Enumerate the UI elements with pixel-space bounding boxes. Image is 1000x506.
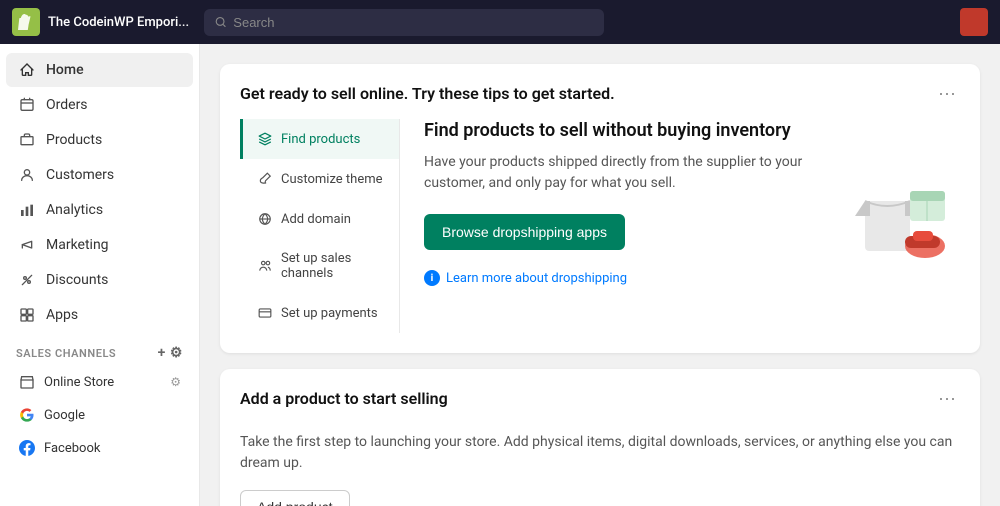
step-payments[interactable]: Set up payments [240, 293, 399, 333]
channel-google[interactable]: Google [6, 399, 193, 431]
search-container [204, 9, 604, 36]
home-icon [18, 61, 36, 79]
discounts-icon [18, 271, 36, 289]
online-store-settings[interactable]: ⚙ [170, 375, 181, 389]
learn-more-label: Learn more about dropshipping [446, 271, 627, 286]
store-icon [18, 373, 36, 391]
sidebar-label-analytics: Analytics [46, 202, 103, 218]
steps-list: Find products Customize theme Add domain [240, 119, 400, 333]
add-product-card-header-left: Add a product to start selling [240, 389, 448, 416]
sidebar-label-home: Home [46, 62, 84, 78]
channel-label-online-store: Online Store [44, 375, 114, 390]
tips-card-title: Get ready to sell online. Try these tips… [240, 84, 615, 103]
marketing-icon [18, 236, 36, 254]
tips-card-header: Get ready to sell online. Try these tips… [240, 84, 960, 103]
step-add-domain[interactable]: Add domain [240, 199, 399, 239]
channel-facebook[interactable]: Facebook [6, 432, 193, 464]
people-icon [257, 258, 273, 274]
sidebar-item-analytics[interactable]: Analytics [6, 193, 193, 227]
step-find-products[interactable]: Find products [240, 119, 399, 159]
step-customize-label: Customize theme [281, 172, 383, 187]
brush-icon [257, 171, 273, 187]
sidebar-item-customers[interactable]: Customers [6, 158, 193, 192]
search-box [204, 9, 604, 36]
topbar: The CodeinWP Empori... [0, 0, 1000, 44]
settings-icon[interactable]: ⚙ [170, 345, 183, 361]
sidebar-label-marketing: Marketing [46, 237, 109, 253]
learn-more-link[interactable]: i Learn more about dropshipping [424, 270, 816, 286]
search-icon [214, 15, 227, 29]
sidebar-item-marketing[interactable]: Marketing [6, 228, 193, 262]
add-product-description: Take the first step to launching your st… [240, 432, 960, 474]
step-add-domain-label: Add domain [281, 212, 351, 227]
sales-channels-label: SALES CHANNELS [16, 347, 116, 360]
logo: The CodeinWP Empori... [12, 8, 192, 36]
add-channel-icon[interactable]: + [158, 345, 166, 361]
sidebar-item-products[interactable]: Products [6, 123, 193, 157]
apps-icon [18, 306, 36, 324]
main-content: Get ready to sell online. Try these tips… [200, 44, 1000, 506]
sidebar-label-customers: Customers [46, 167, 114, 183]
dropshipping-cta-button[interactable]: Browse dropshipping apps [424, 214, 625, 250]
orders-icon [18, 96, 36, 114]
section-actions: + ⚙ [158, 345, 183, 361]
card-icon [257, 305, 273, 321]
google-icon [18, 406, 36, 424]
step-customize-theme[interactable]: Customize theme [240, 159, 399, 199]
layout: Home Orders Products Customers Analytics [0, 44, 1000, 506]
active-step-title: Find products to sell without buying inv… [424, 119, 816, 142]
sidebar-item-apps[interactable]: Apps [6, 298, 193, 332]
topbar-right [960, 8, 988, 36]
step-sales-channels[interactable]: Set up sales channels [240, 239, 399, 293]
active-step-content: Find products to sell without buying inv… [400, 119, 840, 333]
sidebar-label-apps: Apps [46, 307, 78, 323]
facebook-icon [18, 439, 36, 457]
dropshipping-illustration [845, 181, 955, 271]
add-product-button[interactable]: Add product [240, 490, 350, 506]
add-product-card-header: Add a product to start selling ··· [240, 389, 960, 416]
sales-channels-section: SALES CHANNELS + ⚙ [0, 333, 199, 365]
add-product-card: Add a product to start selling ··· Take … [220, 369, 980, 506]
sidebar-label-discounts: Discounts [46, 272, 108, 288]
sidebar-item-discounts[interactable]: Discounts [6, 263, 193, 297]
tag-icon [257, 131, 273, 147]
steps-layout: Find products Customize theme Add domain [240, 119, 960, 333]
sidebar-item-home[interactable]: Home [6, 53, 193, 87]
active-step-description: Have your products shipped directly from… [424, 152, 816, 194]
sidebar-label-orders: Orders [46, 97, 88, 113]
globe-icon [257, 211, 273, 227]
sidebar: Home Orders Products Customers Analytics [0, 44, 200, 506]
step-sales-channels-label: Set up sales channels [281, 251, 385, 281]
search-input[interactable] [233, 15, 594, 30]
products-icon [18, 131, 36, 149]
sidebar-item-orders[interactable]: Orders [6, 88, 193, 122]
add-product-title: Add a product to start selling [240, 389, 448, 408]
step-find-products-label: Find products [281, 132, 360, 147]
store-name: The CodeinWP Empori... [48, 15, 189, 30]
analytics-icon [18, 201, 36, 219]
channel-label-google: Google [44, 408, 85, 423]
sidebar-label-products: Products [46, 132, 102, 148]
customers-icon [18, 166, 36, 184]
add-product-more-button[interactable]: ··· [934, 389, 960, 407]
avatar[interactable] [960, 8, 988, 36]
tips-more-button[interactable]: ··· [934, 84, 960, 102]
channel-online-store[interactable]: Online Store ⚙ [6, 366, 193, 398]
info-icon: i [424, 270, 440, 286]
tips-card: Get ready to sell online. Try these tips… [220, 64, 980, 353]
step-illustration [840, 119, 960, 333]
step-payments-label: Set up payments [281, 306, 378, 321]
channel-label-facebook: Facebook [44, 441, 100, 456]
